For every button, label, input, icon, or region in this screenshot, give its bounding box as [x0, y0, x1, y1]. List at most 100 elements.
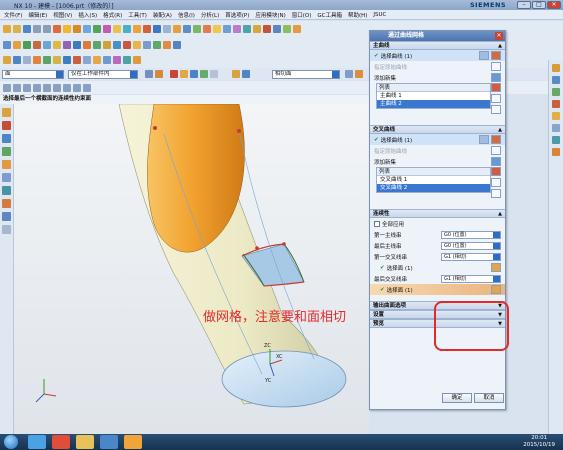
show-hide-icon[interactable] — [83, 56, 91, 64]
start-icon[interactable] — [4, 435, 18, 449]
spline-icon[interactable] — [23, 40, 31, 49]
specify-origin-row[interactable]: 指定原始曲线 — [370, 61, 505, 72]
primary-select-row[interactable]: ✔ 选择曲线 (1) — [370, 50, 505, 61]
apply-all-row[interactable]: 全部应用 — [370, 218, 505, 229]
cross-select-row[interactable]: ✔ 选择曲线 (1) — [370, 134, 505, 145]
rotate-icon[interactable] — [33, 56, 41, 64]
last-cross-dropdown[interactable]: G1 (相切) — [441, 274, 501, 283]
cross-curve-list[interactable]: 列表 交叉曲线 1 交叉曲线 2 — [376, 167, 491, 193]
mirror-icon[interactable] — [183, 25, 191, 33]
undo-icon[interactable] — [33, 25, 41, 33]
view-top-icon[interactable] — [552, 76, 560, 84]
snap-existing-point-icon[interactable] — [63, 83, 71, 92]
list-item[interactable]: 交叉曲线 1 — [377, 176, 490, 184]
first-primary-dropdown[interactable]: G0 (位置) — [441, 230, 501, 239]
snap-view-icon[interactable] — [133, 56, 141, 64]
new-icon[interactable] — [3, 25, 11, 33]
remove-icon[interactable] — [491, 167, 501, 176]
first-cross-dropdown[interactable]: G1 (相切) — [441, 252, 501, 261]
nx-app-icon[interactable] — [124, 435, 142, 449]
cancel-button[interactable]: 取消 — [474, 393, 504, 403]
history-icon[interactable] — [2, 186, 11, 195]
ok-button[interactable]: 确定 — [442, 393, 472, 403]
menu-analysis[interactable]: 分析(L) — [201, 11, 219, 19]
blend-icon[interactable] — [103, 25, 111, 33]
control-point[interactable] — [255, 246, 259, 250]
text-icon[interactable] — [173, 40, 181, 49]
hole-icon[interactable] — [93, 25, 101, 33]
view-bottom-icon[interactable] — [552, 136, 560, 144]
move-down-icon[interactable] — [491, 189, 501, 198]
studio-surface-icon[interactable] — [223, 25, 231, 33]
taskbar-app-icon[interactable] — [52, 435, 70, 449]
trim-body-icon[interactable] — [163, 25, 171, 33]
view-left-icon[interactable] — [552, 148, 560, 156]
menu-insert[interactable]: 插入(S) — [78, 11, 97, 19]
last-primary-dropdown[interactable]: G0 (位置) — [441, 241, 501, 250]
divide-curve-icon[interactable] — [133, 40, 141, 49]
view-back-icon[interactable] — [552, 124, 560, 132]
snap-tangent-icon[interactable] — [242, 70, 250, 78]
swept-icon[interactable] — [193, 25, 201, 33]
end-face[interactable] — [221, 350, 347, 408]
dialog-close-icon[interactable]: ✕ — [495, 32, 503, 40]
sew-icon[interactable] — [263, 25, 271, 33]
cross-origin-row[interactable]: 指定原始曲线 — [370, 145, 505, 156]
origin-curve-icon[interactable] — [491, 146, 501, 155]
origin-curve-icon[interactable] — [491, 62, 501, 71]
type-filter-dropdown[interactable]: 面 — [2, 70, 64, 79]
folder-icon[interactable] — [76, 435, 94, 449]
curve-mesh-icon[interactable] — [213, 25, 221, 33]
menu-help[interactable]: 帮助(H) — [348, 11, 367, 19]
snap-on-curve-icon[interactable] — [73, 83, 81, 92]
thicken-icon[interactable] — [253, 25, 261, 33]
pattern-icon[interactable] — [173, 25, 181, 33]
snap-quadrant-icon[interactable] — [53, 83, 61, 92]
cross-add-set-row[interactable]: 添加新集 — [370, 156, 505, 167]
move-up-icon[interactable] — [491, 178, 501, 187]
offset-curve-icon[interactable] — [43, 40, 51, 49]
select-all-icon[interactable] — [155, 70, 163, 78]
remove-icon[interactable] — [491, 83, 501, 92]
menu-assembly[interactable]: 装配(A) — [153, 11, 172, 19]
hd3d-icon[interactable] — [2, 160, 11, 169]
layer-settings-icon[interactable] — [123, 56, 131, 64]
close-button[interactable]: ✕ — [547, 1, 561, 9]
tangent-curves-icon[interactable] — [355, 70, 363, 78]
snap-arc-center-icon[interactable] — [43, 83, 51, 92]
wcs-icon[interactable] — [103, 56, 111, 64]
extract-curve-icon[interactable] — [103, 40, 111, 49]
view-front-icon[interactable] — [552, 64, 560, 72]
snap-mid-icon[interactable] — [200, 70, 208, 78]
primary-curve-list[interactable]: 列表 主曲线 1 主曲线 2 — [376, 83, 491, 109]
snap-on-surface-icon[interactable] — [83, 83, 91, 92]
add-set-icon[interactable] — [491, 73, 501, 82]
move-object-icon[interactable] — [93, 56, 101, 64]
system-clock[interactable]: 20:01 2015/10/19 — [523, 435, 555, 449]
subtract-icon[interactable] — [143, 25, 151, 33]
menu-info[interactable]: 信息(I) — [178, 11, 195, 19]
filter-icon[interactable] — [145, 70, 153, 78]
primary-curves-section[interactable]: 主曲线 ▲ — [370, 41, 505, 50]
snap-point-icon[interactable] — [180, 70, 188, 78]
assembly-navigator-icon[interactable] — [2, 121, 11, 130]
analysis-icon[interactable] — [293, 25, 301, 33]
section-view-icon[interactable] — [73, 56, 81, 64]
color-icon[interactable] — [113, 56, 121, 64]
section-curve-icon[interactable] — [93, 40, 101, 49]
snap-endpoint-icon[interactable] — [3, 83, 11, 92]
menu-edit[interactable]: 编辑(E) — [28, 11, 47, 19]
zoom-icon[interactable] — [13, 56, 21, 64]
taskbar-app-icon[interactable] — [100, 435, 118, 449]
list-item[interactable]: 交叉曲线 2 — [377, 184, 490, 192]
through-curves-icon[interactable] — [203, 25, 211, 33]
orient-view-icon[interactable] — [63, 56, 71, 64]
graphics-window[interactable]: ZC XC YC 做网格，注意要和面相切 — [14, 104, 369, 434]
fit-view-icon[interactable] — [3, 56, 11, 64]
select-curve-icon[interactable] — [491, 135, 501, 144]
shaded-icon[interactable] — [43, 56, 51, 64]
measure-icon[interactable] — [283, 25, 291, 33]
menu-tools[interactable]: 工具(T) — [128, 11, 147, 19]
taskbar-app-icon[interactable] — [28, 435, 46, 449]
control-point[interactable] — [237, 129, 241, 133]
